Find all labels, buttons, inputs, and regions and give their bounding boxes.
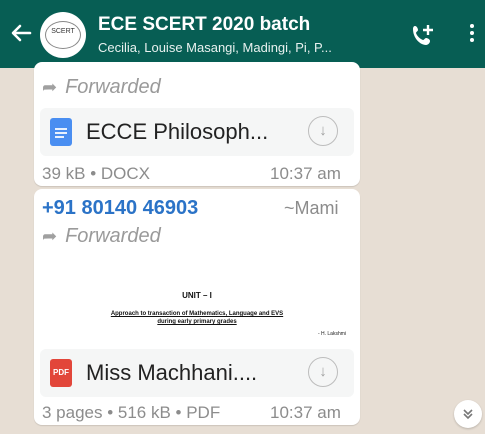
- document-meta: 3 pages • 516 kB • PDF: [42, 403, 221, 422]
- preview-line: during early primary grades: [157, 319, 237, 325]
- message-bubble[interactable]: ➦ Forwarded ECCE Philosoph... ↓ 39 kB • D…: [34, 62, 360, 186]
- preview-author: - H. Lakshmi: [317, 331, 346, 337]
- download-icon[interactable]: ↓: [308, 357, 338, 387]
- sender-phone[interactable]: +91 80140 46903: [42, 197, 198, 220]
- pdf-icon: PDF: [50, 359, 72, 387]
- forward-arrow-icon: ➦: [42, 77, 58, 97]
- sender-name: ~Mami: [284, 198, 339, 218]
- avatar-emblem: [45, 21, 81, 49]
- forward-arrow-icon: ➦: [42, 226, 58, 246]
- message-bubble[interactable]: +91 80140 46903 ~Mami ➦ Forwarded UNIT – …: [34, 189, 360, 425]
- download-icon[interactable]: ↓: [308, 116, 338, 146]
- pdf-badge: PDF: [53, 368, 69, 377]
- add-call-icon[interactable]: [410, 22, 438, 48]
- docx-icon: [50, 118, 72, 146]
- forwarded-label: ➦ Forwarded: [42, 225, 161, 247]
- preview-heading: UNIT – I: [182, 291, 212, 300]
- forwarded-label: ➦ Forwarded: [42, 76, 161, 98]
- more-vertical-icon[interactable]: [468, 24, 476, 46]
- document-attachment[interactable]: PDF Miss Machhani.... ↓: [40, 349, 354, 397]
- preview-line: Approach to transaction of Mathematics, …: [110, 311, 284, 317]
- double-chevron-down-icon[interactable]: [454, 400, 482, 428]
- document-name: Miss Machhani....: [86, 360, 258, 385]
- avatar-text: SCERT: [51, 28, 75, 35]
- arrow-left-icon[interactable]: [8, 20, 34, 46]
- document-preview[interactable]: UNIT – I Approach to transaction of Math…: [34, 261, 360, 353]
- group-avatar[interactable]: SCERT: [40, 12, 86, 58]
- document-name: ECCE Philosoph...: [86, 119, 269, 144]
- message-time: 10:37 am: [270, 403, 341, 422]
- document-attachment[interactable]: ECCE Philosoph... ↓: [40, 108, 354, 156]
- chat-title[interactable]: ECE SCERT 2020 batch: [98, 14, 310, 36]
- chat-participants[interactable]: Cecilia, Louise Masangi, Madingi, Pi, P.…: [98, 40, 390, 55]
- message-time: 10:37 am: [270, 164, 341, 183]
- document-meta: 39 kB • DOCX: [42, 164, 150, 183]
- chat-header: SCERT ECE SCERT 2020 batch Cecilia, Loui…: [0, 0, 485, 68]
